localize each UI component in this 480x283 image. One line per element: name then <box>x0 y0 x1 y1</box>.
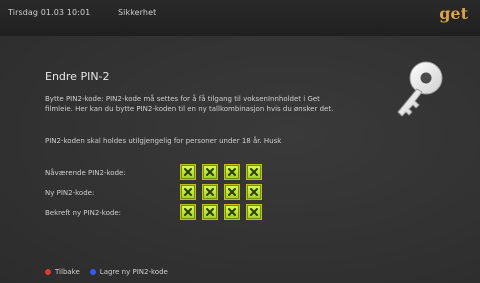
save-action[interactable]: Lagre ny PIN2-kode <box>89 268 168 276</box>
pin-digit-box[interactable] <box>246 164 262 180</box>
pin-digit-box[interactable] <box>180 164 196 180</box>
note-text: PIN2-koden skal holdes utilgjengelig for… <box>45 137 282 145</box>
blue-button-icon <box>89 269 96 275</box>
pin-digit-box[interactable] <box>246 184 262 200</box>
confirm-pin-row: Bekreft ny PIN2-kode: <box>45 204 305 220</box>
pin-digit-box[interactable] <box>224 164 240 180</box>
new-pin-row: Ny PIN2-kode: <box>45 184 305 200</box>
x-icon <box>184 208 192 216</box>
current-pin-row: Nåværende PIN2-kode: <box>45 164 305 180</box>
key-icon <box>397 61 443 117</box>
pin-digit-box[interactable] <box>202 204 218 220</box>
section-title: Sikkerhet <box>117 8 157 17</box>
top-bar: Tirsdag 01.03 10:01 Sikkerhet get <box>0 0 480 36</box>
description-text: Bytte PIN2-kode: PIN2-kode må settes for… <box>45 95 334 113</box>
pin-digit-box[interactable] <box>246 204 262 220</box>
pin-digit-box[interactable] <box>224 184 240 200</box>
save-label: Lagre ny PIN2-kode <box>99 268 168 276</box>
x-icon <box>206 208 214 216</box>
red-button-icon <box>45 269 51 275</box>
pin-digit-box[interactable] <box>202 164 218 180</box>
x-icon <box>250 168 258 176</box>
pin-digit-box[interactable] <box>202 184 218 200</box>
page-title: Endre PIN-2 <box>45 70 110 83</box>
new-pin-label: Ny PIN2-kode: <box>45 189 95 197</box>
footer-actions: Tilbake Lagre ny PIN2-kode <box>45 268 168 276</box>
confirm-pin-label: Bekreft ny PIN2-kode: <box>45 209 122 217</box>
back-label: Tilbake <box>55 268 80 276</box>
x-icon <box>228 188 236 196</box>
x-icon <box>184 188 192 196</box>
back-action[interactable]: Tilbake <box>45 268 80 276</box>
confirm-pin-input[interactable] <box>180 204 262 220</box>
x-icon <box>206 168 214 176</box>
x-icon <box>250 188 258 196</box>
current-pin-input[interactable] <box>180 164 262 180</box>
pin-digit-box[interactable] <box>224 204 240 220</box>
new-pin-input[interactable] <box>180 184 262 200</box>
top-bar-text: Tirsdag 01.03 10:01 Sikkerhet <box>8 8 181 17</box>
pin-digit-box[interactable] <box>180 204 196 220</box>
x-icon <box>206 188 214 196</box>
x-icon <box>228 168 236 176</box>
pin-digit-box[interactable] <box>180 184 196 200</box>
current-pin-label: Nåværende PIN2-kode: <box>45 169 126 177</box>
x-icon <box>250 208 258 216</box>
x-icon <box>184 168 192 176</box>
datetime: Tirsdag 01.03 10:01 <box>8 8 91 17</box>
x-icon <box>228 208 236 216</box>
brand-logo: get <box>439 4 468 23</box>
